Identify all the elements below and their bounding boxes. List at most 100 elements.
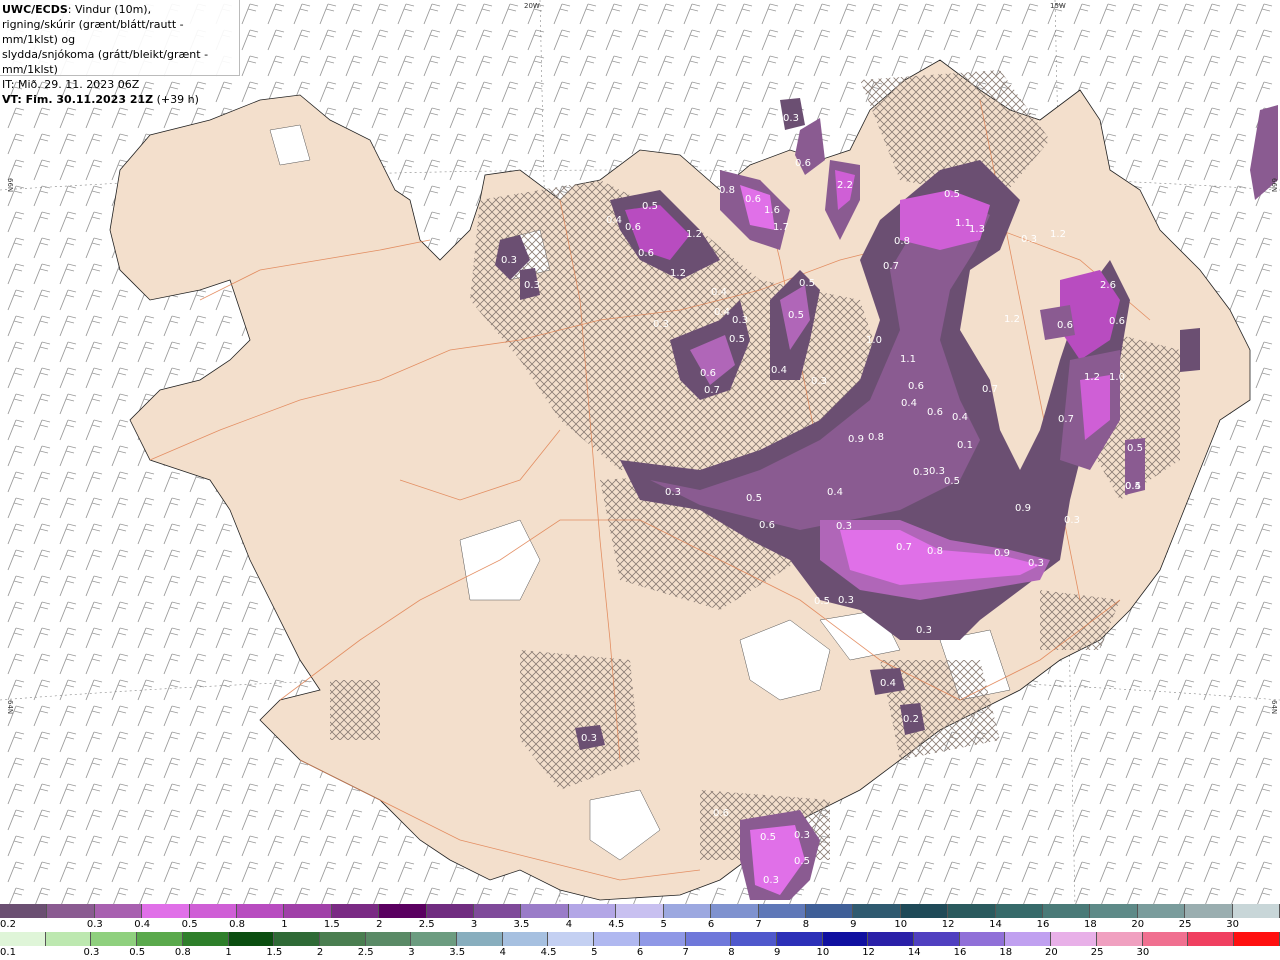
precip-value-label: 0.7 xyxy=(896,542,912,553)
legend-swatch xyxy=(616,904,664,918)
legend-swatch xyxy=(45,932,92,946)
legend-label: 4.5 xyxy=(608,919,625,930)
precip-value-label: 0.4 xyxy=(827,487,843,498)
snow-legend: 0.2 0.3 0.4 0.5 0.8 1 1.5 2 2.5 3 3.5 4 4.5 5 6 7 8 9 10 12… xyxy=(0,904,1280,932)
precip-value-label: 0.3 xyxy=(665,487,681,498)
precip-value-label: 0.8 xyxy=(868,432,884,443)
legend-swatch xyxy=(776,932,823,946)
legend-label: 0.8 xyxy=(174,947,191,958)
precip-value-label: 0.8 xyxy=(894,236,910,247)
precip-value-label: 1.2 xyxy=(1004,314,1020,325)
legend-label: 30 xyxy=(1136,947,1150,958)
precip-value-label: 1.7 xyxy=(773,222,789,233)
legend-swatch xyxy=(1232,904,1280,918)
legend-label: 3.5 xyxy=(513,919,530,930)
precip-value-label: 0.5 xyxy=(944,189,960,200)
precip-value-label: 1.3 xyxy=(969,224,985,235)
legend-swatch xyxy=(1142,932,1189,946)
legend-label: 0.3 xyxy=(83,947,100,958)
precip-value-label: 0.5 xyxy=(944,476,960,487)
legend-label: 2 xyxy=(316,947,324,958)
legend-swatch xyxy=(1188,932,1234,946)
legend-swatch xyxy=(711,904,759,918)
precip-value-label: 0.5 xyxy=(814,596,830,607)
legend-swatch xyxy=(1185,904,1233,918)
weather-map: 20W 15W 66N 64N 64N 66N 0.3 0.6 2.2 0.5 1.1 1… xyxy=(0,0,1280,904)
legend-swatch xyxy=(805,904,854,918)
legend-swatch xyxy=(995,904,1043,918)
legend-label: 16 xyxy=(1036,919,1050,930)
precip-value-label: 0.7 xyxy=(704,385,720,396)
legend-label: 0.5 xyxy=(181,919,198,930)
map-info-box: UWC/ECDS: Vindur (10m), rigning/skúrir (… xyxy=(0,0,240,106)
precip-value-label: 1.0 xyxy=(1109,372,1125,383)
legend-swatch xyxy=(457,932,503,946)
legend-swatch xyxy=(502,932,549,946)
precip-value-label: 0.6 xyxy=(759,520,775,531)
precip-value-label: 0.6 xyxy=(1109,316,1125,327)
lead-time: (+39 h) xyxy=(153,93,199,106)
precip-value-label: 0.5 xyxy=(788,310,804,321)
legend-swatch xyxy=(521,904,569,918)
precip-value-label: 0.9 xyxy=(848,434,864,445)
product-title-rest: : Vindur (10m), xyxy=(67,3,152,16)
precip-value-label: 0.7 xyxy=(1058,414,1074,425)
legend-swatch xyxy=(228,932,275,946)
lon-label-15w: 15W xyxy=(1050,2,1066,10)
legend-swatch xyxy=(142,904,190,918)
precip-value-label: 0.3 xyxy=(811,376,827,387)
legend-label: 5 xyxy=(591,947,598,958)
precip-value-label: 0.5 xyxy=(729,334,745,345)
precip-value-label: 0.6 xyxy=(1057,320,1073,331)
legend-swatch xyxy=(853,904,901,918)
legend-label: 4.5 xyxy=(540,947,557,958)
precip-value-label: 0.3 xyxy=(929,466,945,477)
precip-value-label: 0.3 xyxy=(913,467,929,478)
legend-label: 12 xyxy=(941,919,955,930)
precip-value-label: 0.3 xyxy=(653,319,669,330)
precip-value-label: 0.3 xyxy=(501,255,517,266)
legend-swatch xyxy=(474,904,522,918)
precip-value-label: 0.3 xyxy=(916,625,932,636)
legend-label: 20 xyxy=(1045,947,1058,958)
rain-description: rigning/skúrir (grænt/blátt/rautt - mm/1… xyxy=(2,18,184,46)
precip-value-label: 0.3 xyxy=(1021,234,1037,245)
legend-label: 7 xyxy=(755,919,762,930)
precip-value-label: 1.2 xyxy=(686,229,702,240)
precip-value-label: 0.4 xyxy=(714,307,730,318)
rain-legend-colorbar xyxy=(0,932,1280,946)
precip-value-label: 1.2 xyxy=(1084,372,1100,383)
precip-value-label: 0.5 xyxy=(746,493,762,504)
lat-label-64n-left: 64N xyxy=(6,700,14,714)
legend-swatch xyxy=(758,904,806,918)
precip-value-label: 0.3 xyxy=(732,315,748,326)
precip-value-label: 0.6 xyxy=(713,808,729,819)
precip-value-label: 1.6 xyxy=(764,205,780,216)
precip-value-label: 0.4 xyxy=(771,365,787,376)
legend-swatch xyxy=(237,904,285,918)
legend-label: 8 xyxy=(802,919,810,930)
legend-label: 10 xyxy=(816,947,830,958)
lon-label-20w: 20W xyxy=(524,2,540,10)
legend-swatch xyxy=(1090,904,1138,918)
legend-label: 16 xyxy=(953,947,967,958)
precip-value-label: 1.0 xyxy=(866,335,882,346)
precip-value-label: 0.8 xyxy=(719,185,735,196)
legend-swatch xyxy=(548,932,595,946)
legend-label: 10 xyxy=(894,919,908,930)
legend-swatch xyxy=(137,932,183,946)
precip-value-label: 0.3 xyxy=(838,595,854,606)
legend-swatch xyxy=(568,904,617,918)
legend-label: 2 xyxy=(376,919,383,930)
precip-value-label: 0.7 xyxy=(883,261,899,272)
precip-value-label: 2.6 xyxy=(1100,280,1116,291)
legend-swatch xyxy=(0,932,46,946)
legend-label: 3 xyxy=(408,947,415,958)
legend-label: 0.4 xyxy=(134,919,151,930)
snow-legend-labels: 0.2 0.3 0.4 0.5 0.8 1 1.5 2 2.5 3 3.5 4 4.5 5 6 7 8 9 10 12… xyxy=(0,918,1280,932)
legend-swatch xyxy=(1137,904,1186,918)
precip-value-label: 0.5 xyxy=(642,201,658,212)
precip-value-label: 0.6 xyxy=(927,407,943,418)
legend-swatch xyxy=(1096,932,1143,946)
legend-label: 25 xyxy=(1090,947,1104,958)
